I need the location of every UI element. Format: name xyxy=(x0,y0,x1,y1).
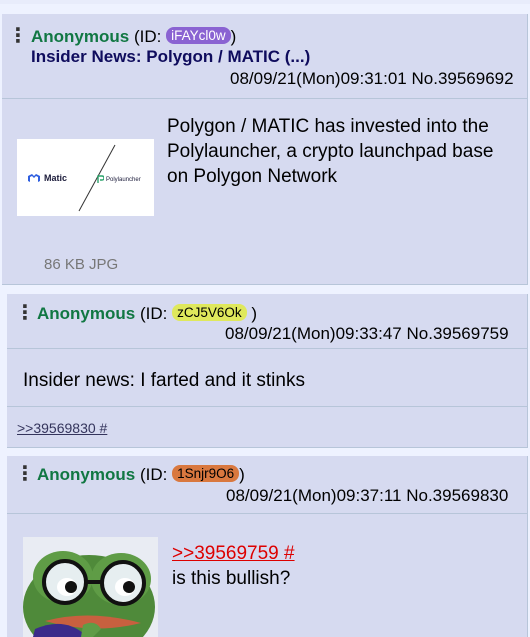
post-meta: 08/09/21(Mon)09:37:11 No.39569830 xyxy=(226,485,508,507)
poster-id-badge[interactable]: zCJ5V6Ok xyxy=(172,304,247,321)
poster-info: Anonymous (ID: 1Snjr9O6) xyxy=(37,464,245,486)
poster-id-label: (ID: xyxy=(139,465,168,484)
quote-link[interactable]: >>39569759 # xyxy=(172,541,512,566)
post-footer-divider xyxy=(7,406,528,407)
post-message: Insider news: I farted and it stinks xyxy=(23,370,305,391)
post-menu-icon[interactable]: ⋮ xyxy=(15,303,35,323)
post-image-thumbnail[interactable]: Matic Polylauncher xyxy=(17,139,154,216)
post-39569830: ⋮ Anonymous (ID: 1Snjr9O6) 08/09/21(Mon)… xyxy=(7,456,528,637)
post-39569692: ⋮ Anonymous (ID: iFAYcl0w) Insider News:… xyxy=(2,14,528,285)
poster-id-label: (ID: xyxy=(133,27,162,46)
post-number[interactable]: No.39569692 xyxy=(411,69,513,88)
post-menu-icon[interactable]: ⋮ xyxy=(15,464,35,484)
post-number[interactable]: No.39569759 xyxy=(406,324,508,343)
post-datetime: 08/09/21(Mon)09:31:01 xyxy=(230,69,407,88)
poster-id-close: ) xyxy=(230,27,237,46)
post-message: >>39569759 # is this bullish? xyxy=(172,541,512,591)
post-header-divider xyxy=(7,513,528,514)
poster-id-badge[interactable]: iFAYcl0w xyxy=(166,27,231,44)
file-info: 86 KB JPG xyxy=(44,256,119,273)
post-meta: 08/09/21(Mon)09:31:01 No.39569692 xyxy=(230,68,514,90)
poster-info: Anonymous (ID: zCJ5V6Ok ) xyxy=(37,303,257,325)
post-number[interactable]: No.39569830 xyxy=(406,486,508,505)
post-39569759: ⋮ Anonymous (ID: zCJ5V6Ok ) 08/09/21(Mon… xyxy=(7,294,528,448)
post-menu-icon[interactable]: ⋮ xyxy=(8,26,28,46)
poster-id-label: (ID: xyxy=(139,304,168,323)
post-datetime: 08/09/21(Mon)09:33:47 xyxy=(225,324,402,343)
polylauncher-icon xyxy=(97,175,104,183)
polylauncher-logo: Polylauncher xyxy=(97,175,141,184)
post-subject: Insider News: Polygon / MATIC (...) xyxy=(31,47,311,66)
poster-name: Anonymous xyxy=(37,304,136,323)
matic-icon xyxy=(28,174,40,182)
pepe-image-thumbnail[interactable] xyxy=(23,537,158,637)
matic-logo: Matic xyxy=(27,173,67,183)
poster-id-badge[interactable]: 1Snjr9O6 xyxy=(172,465,240,482)
post-message: Polygon / MATIC has invested into the Po… xyxy=(167,116,494,187)
post-header-divider xyxy=(2,98,528,99)
reply-backlink[interactable]: >>39569830 # xyxy=(17,420,107,436)
post-datetime: 08/09/21(Mon)09:37:11 xyxy=(226,486,402,505)
poster-name: Anonymous xyxy=(31,27,130,46)
poster-name: Anonymous xyxy=(37,465,136,484)
pepe-frog-image xyxy=(23,537,158,637)
post-meta: 08/09/21(Mon)09:33:47 No.39569759 xyxy=(225,323,509,345)
poster-info: Anonymous (ID: iFAYcl0w) xyxy=(31,26,236,48)
poster-id-close: ) xyxy=(251,304,258,323)
post-text: is this bullish? xyxy=(172,568,291,589)
poster-id-close: ) xyxy=(239,465,245,484)
post-header-divider xyxy=(7,348,528,349)
page-top-border xyxy=(0,0,530,4)
